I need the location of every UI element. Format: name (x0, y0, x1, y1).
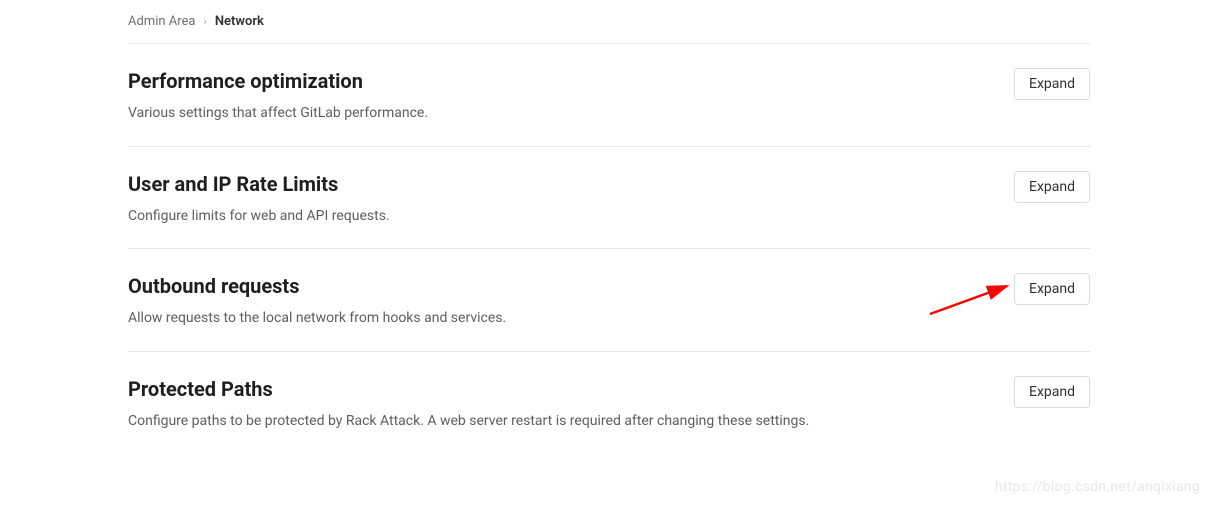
section-title: Performance optimization (128, 68, 994, 94)
expand-button[interactable]: Expand (1014, 273, 1090, 305)
expand-button[interactable]: Expand (1014, 68, 1090, 100)
watermark-text: https://blog.csdn.net/anqixiang (995, 479, 1200, 495)
chevron-right-icon: › (204, 15, 207, 28)
section-title: User and IP Rate Limits (128, 171, 994, 197)
breadcrumb-current: Network (215, 14, 264, 29)
section-protected-paths: Protected Paths Configure paths to be pr… (128, 352, 1090, 454)
section-title: Protected Paths (128, 376, 994, 402)
expand-button[interactable]: Expand (1014, 171, 1090, 203)
breadcrumb-parent-link[interactable]: Admin Area (128, 14, 196, 29)
section-title: Outbound requests (128, 273, 994, 299)
breadcrumb: Admin Area › Network (128, 14, 1090, 44)
section-description: Configure limits for web and API request… (128, 207, 994, 227)
section-description: Configure paths to be protected by Rack … (128, 412, 994, 432)
section-description: Allow requests to the local network from… (128, 309, 994, 329)
section-description: Various settings that affect GitLab perf… (128, 104, 994, 124)
section-outbound-requests: Outbound requests Allow requests to the … (128, 249, 1090, 352)
expand-button[interactable]: Expand (1014, 376, 1090, 408)
section-user-ip-rate-limits: User and IP Rate Limits Configure limits… (128, 147, 1090, 250)
section-performance-optimization: Performance optimization Various setting… (128, 44, 1090, 147)
